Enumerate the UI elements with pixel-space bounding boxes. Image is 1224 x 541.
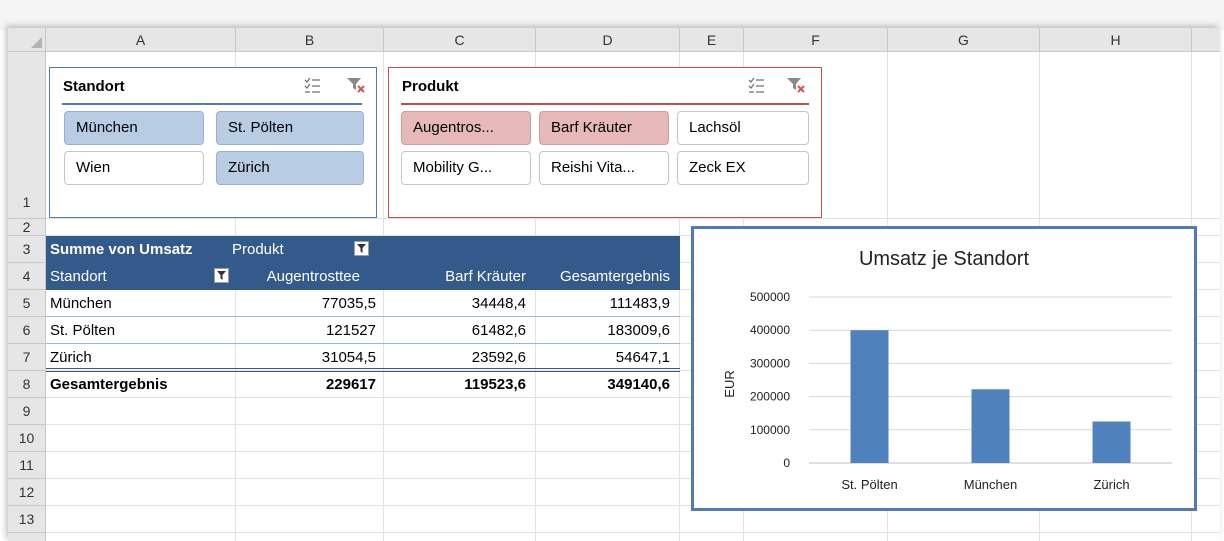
row-header-2[interactable]: 2 [8,219,46,236]
pivot-row-label[interactable]: St. Pölten [50,317,230,344]
slicer-standort[interactable]: Standort München St. Pölten Wien Zürich [49,67,377,218]
slicer-item-zeck-ex[interactable]: Zeck EX [677,151,809,185]
chart-title: Umsatz je Standort [859,248,1030,270]
gridline [46,532,1220,533]
pivot-row-separator [46,343,680,344]
slicer-item-zuerich[interactable]: Zürich [216,151,364,185]
clear-filter-icon[interactable] [786,76,806,94]
column-header-b[interactable]: B [236,28,384,52]
row-header-12[interactable]: 12 [8,479,46,506]
slicer-item-barf-kraeuter[interactable]: Barf Kräuter [539,111,669,145]
row-header-11[interactable]: 11 [8,452,46,479]
slicer-produkt-title: Produkt [402,78,459,95]
spreadsheet-grid[interactable]: A B C D E F G H 1 2 3 4 5 6 7 8 9 10 11 … [8,28,1220,541]
slicer-produkt-underline [401,103,809,105]
slicer-item-lachsoel[interactable]: Lachsöl [677,111,809,145]
clear-filter-icon[interactable] [346,76,366,94]
chart-x-tick-label: Zürich [1093,477,1129,492]
gridline [46,218,1220,219]
pivot-cell[interactable]: 34448,4 [384,290,526,317]
column-header-a[interactable]: A [46,28,236,52]
row-header-7[interactable]: 7 [8,344,46,371]
pivot-col-header-barf-kraeuter[interactable]: Barf Kräuter [368,263,526,290]
pivot-col-header-gesamtergebnis[interactable]: Gesamtergebnis [528,263,670,290]
row-header-4[interactable]: 4 [8,263,46,290]
chart-y-tick-label: 500000 [750,290,790,304]
pivot-row-field[interactable]: Standort [50,263,200,290]
chart-canvas: Umsatz je Standort EUR 0 100000 200000 3000… [722,248,1172,492]
row-header-9[interactable]: 9 [8,398,46,425]
column-header-c[interactable]: C [384,28,536,52]
row-header-10[interactable]: 10 [8,425,46,452]
pivot-total-line [46,368,680,369]
chart-bar[interactable] [971,389,1010,463]
select-all-corner[interactable] [8,28,46,52]
slicer-item-mobility[interactable]: Mobility G... [401,151,531,185]
chart-bar[interactable] [1092,421,1131,464]
bar-chart[interactable]: Umsatz je Standort EUR 0 100000 200000 3000… [691,226,1197,511]
slicer-item-reishi[interactable]: Reishi Vita... [539,151,669,185]
pivot-cell[interactable]: 77035,5 [236,290,376,317]
column-header-d[interactable]: D [536,28,680,52]
pivot-row-label[interactable]: München [50,290,230,317]
slicer-produkt[interactable]: Produkt Augentros... Barf Kräuter Lachsö… [388,67,822,218]
row-header-13[interactable]: 13 [8,506,46,533]
slicer-item-wien[interactable]: Wien [64,151,204,185]
chart-y-tick-label: 200000 [750,390,790,404]
slicer-item-st-poelten[interactable]: St. Pölten [216,111,364,145]
chart-bar[interactable] [850,330,889,463]
chart-x-tick-label: München [964,477,1017,492]
pivot-column-field[interactable]: Produkt [232,236,352,263]
pivot-cell[interactable]: 23592,6 [384,344,526,371]
pivot-value-label[interactable]: Summe von Umsatz [50,236,234,263]
pivot-cell[interactable]: 121527 [236,317,376,344]
pivot-cell[interactable]: 111483,9 [536,290,670,317]
window-top-strip [0,0,1224,30]
pivot-total-cell[interactable]: 229617 [236,371,376,398]
row-header-5[interactable]: 5 [8,290,46,317]
pivot-row-separator [46,316,680,317]
column-header-h[interactable]: H [1040,28,1192,52]
slicer-item-augentrosttee[interactable]: Augentros... [401,111,531,145]
pivot-cell[interactable]: 54647,1 [536,344,670,371]
pivot-total-cell[interactable]: 349140,6 [536,371,670,398]
column-header-f[interactable]: F [744,28,888,52]
row-header-1[interactable]: 1 [8,52,46,219]
row-header-6[interactable]: 6 [8,317,46,344]
chart-y-axis-label: EUR [722,370,737,397]
multi-select-icon[interactable] [303,76,321,94]
pivot-cell[interactable]: 31054,5 [236,344,376,371]
multi-select-icon[interactable] [747,76,765,94]
slicer-standort-underline [62,103,362,105]
chart-y-tick-label: 300000 [750,356,790,370]
pivot-total-cell[interactable]: 119523,6 [384,371,526,398]
pivot-cell[interactable]: 61482,6 [384,317,526,344]
pivot-row-label[interactable]: Zürich [50,344,230,371]
select-all-icon [31,37,42,48]
chart-y-tick-label: 100000 [750,423,790,437]
slicer-item-muenchen[interactable]: München [64,111,204,145]
chart-x-tick-label: St. Pölten [841,477,897,492]
slicer-standort-title: Standort [63,78,125,95]
chart-y-tick-label: 400000 [750,323,790,337]
column-header-i[interactable] [1192,28,1220,52]
row-header-14[interactable]: 14 [8,533,46,541]
column-header-e[interactable]: E [680,28,744,52]
filter-icon [357,244,366,253]
row-header-8[interactable]: 8 [8,371,46,398]
pivot-col-header-augentrosttee[interactable]: Augentrosttee [208,263,360,290]
pivot-cell[interactable]: 183009,6 [536,317,670,344]
row-header-3[interactable]: 3 [8,236,46,263]
pivot-total-label[interactable]: Gesamtergebnis [50,371,230,398]
column-filter-button[interactable] [354,241,369,256]
column-header-g[interactable]: G [888,28,1040,52]
chart-y-tick-label: 0 [783,456,790,470]
